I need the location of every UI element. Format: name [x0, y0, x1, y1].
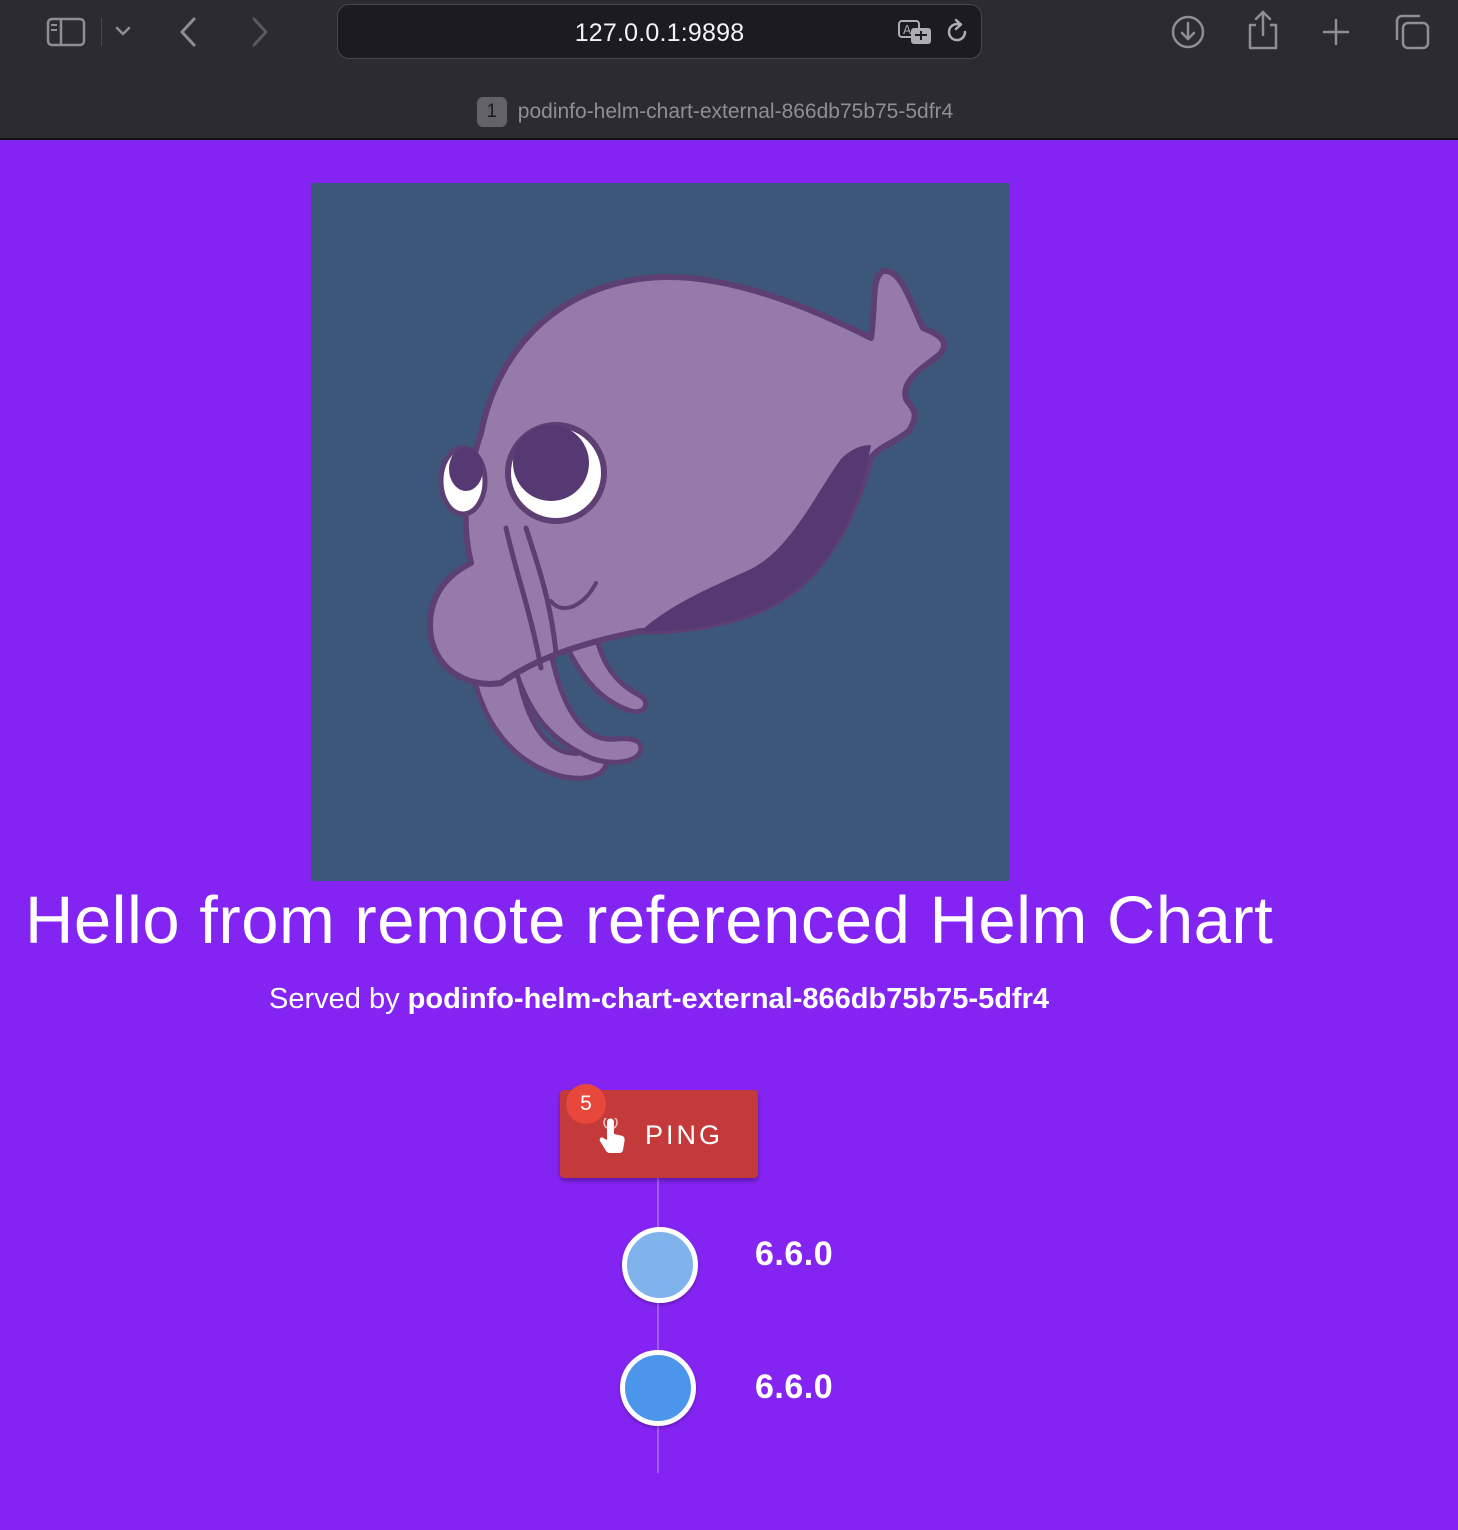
address-bar[interactable]: 127.0.0.1:9898 A [337, 4, 982, 59]
download-icon[interactable] [1168, 12, 1208, 52]
share-icon[interactable] [1244, 8, 1282, 52]
back-icon[interactable] [172, 14, 204, 50]
plus-icon[interactable] [1318, 14, 1354, 50]
served-by-host: podinfo-helm-chart-external-866db75b75-5… [407, 983, 1049, 1015]
timeline-dot [622, 1227, 698, 1303]
address-text: 127.0.0.1:9898 [574, 19, 745, 47]
timeline-dot [620, 1350, 696, 1426]
timeline-version: 6.6.0 [755, 1368, 834, 1406]
page-title: Hello from remote referenced Helm Chart [25, 883, 1274, 958]
translate-icon[interactable]: A [896, 17, 934, 47]
tab-title[interactable]: podinfo-helm-chart-external-866db75b75-5… [518, 100, 953, 124]
tab-bar: 1 podinfo-helm-chart-external-866db75b75… [0, 92, 1458, 132]
ping-label: PING [645, 1120, 724, 1150]
tab-count-badge[interactable]: 1 [476, 97, 507, 127]
timeline-version: 6.6.0 [755, 1235, 834, 1273]
browser-toolbar: 127.0.0.1:9898 A 1 podinfo-helm-chart-ex… [0, 0, 1458, 140]
podinfo-cuttlefish-logo [311, 183, 1009, 881]
sidebar-icon[interactable] [44, 14, 88, 50]
svg-text:A: A [903, 23, 912, 37]
touch-hand-icon [597, 1115, 627, 1161]
served-by-line: Served by podinfo-helm-chart-external-86… [0, 983, 1318, 1016]
tabs-icon[interactable] [1392, 12, 1432, 52]
toolbar-separator [101, 18, 102, 46]
chevron-down-icon[interactable] [112, 20, 134, 42]
reload-icon[interactable] [942, 17, 972, 47]
forward-icon[interactable] [244, 14, 276, 50]
timeline-line [657, 1178, 659, 1473]
ping-count-badge: 5 [566, 1084, 606, 1124]
served-by-label: Served by [269, 983, 400, 1015]
